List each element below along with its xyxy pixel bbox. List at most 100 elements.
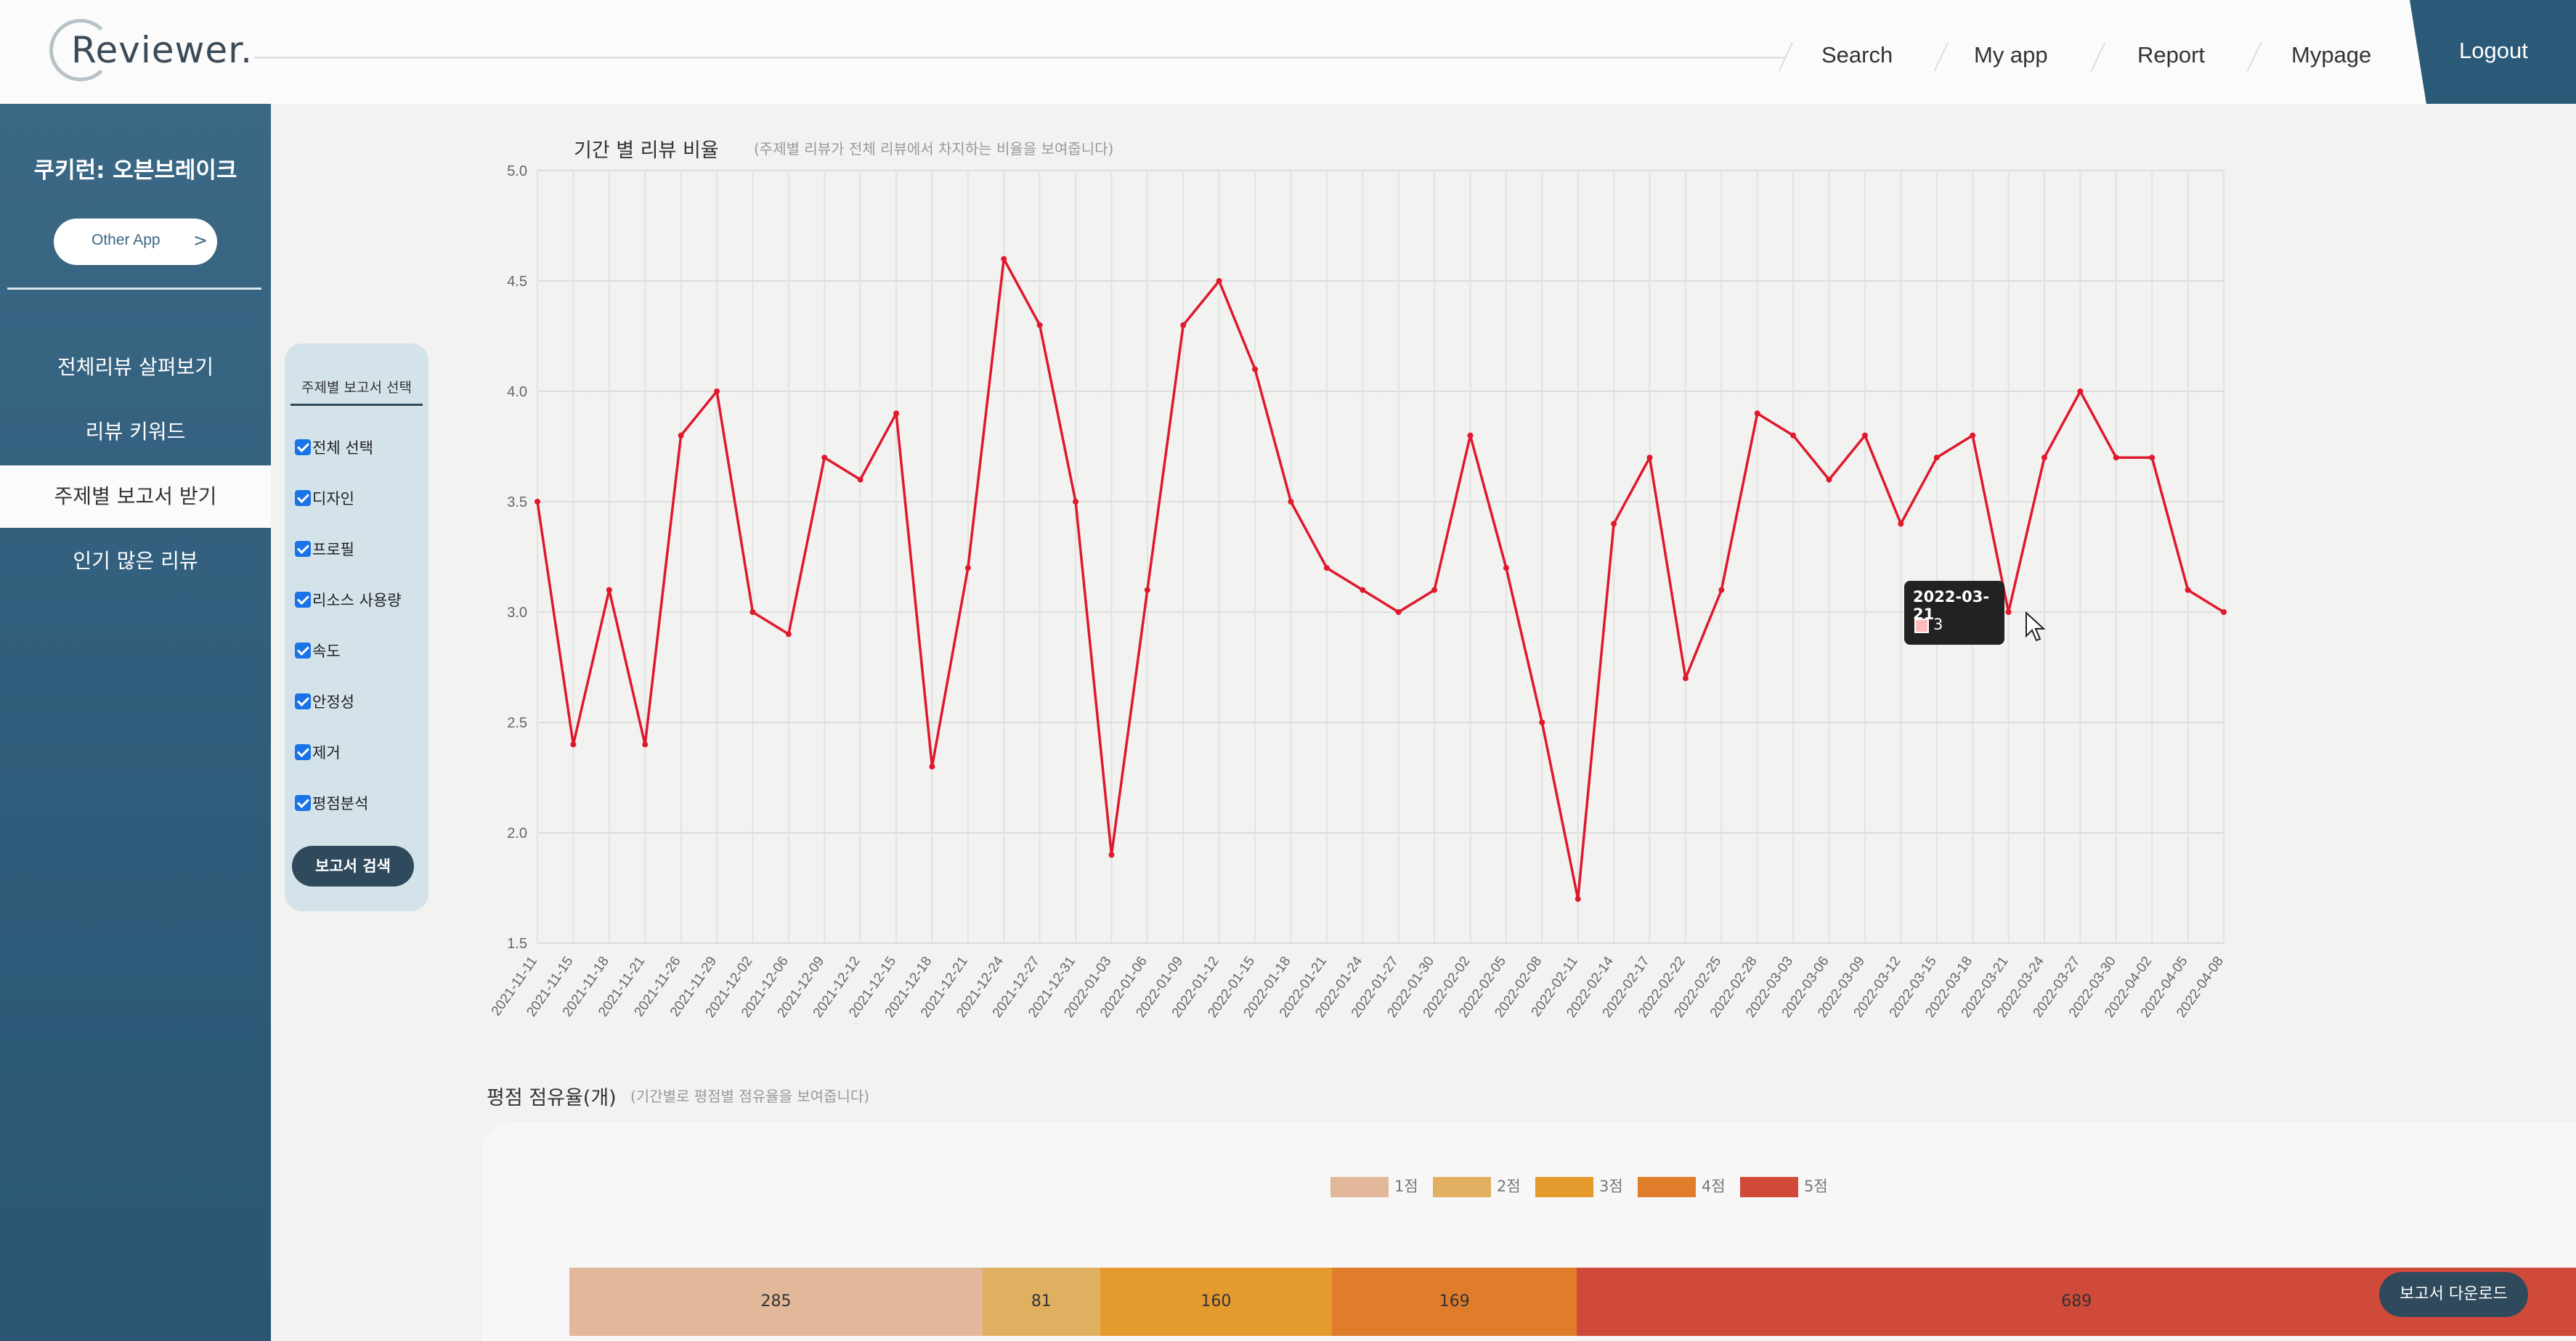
checkbox-speed[interactable]: 속도 bbox=[295, 640, 341, 661]
sidebar-item-popular-reviews[interactable]: 인기 많은 리뷰 bbox=[0, 530, 271, 592]
data-point bbox=[857, 476, 864, 483]
checkbox-label: 리소스 사용량 bbox=[312, 592, 402, 609]
y-tick-label: 2.5 bbox=[507, 715, 527, 731]
other-app-button[interactable]: Other App > bbox=[54, 219, 217, 265]
checkbox-label: 제거 bbox=[312, 744, 341, 762]
data-point bbox=[1575, 896, 1581, 902]
data-point bbox=[2005, 609, 2012, 615]
nav-mypage[interactable]: Mypage bbox=[2291, 42, 2371, 68]
legend-item[interactable]: 1점 bbox=[1330, 1175, 1418, 1197]
top-header: Reviewer. Search My app Report Mypage Lo… bbox=[0, 0, 2576, 104]
legend-item[interactable]: 5점 bbox=[1740, 1175, 1828, 1197]
data-point bbox=[2041, 455, 2047, 461]
y-tick-label: 3.0 bbox=[507, 605, 527, 621]
checkbox-checked-icon[interactable] bbox=[295, 592, 311, 608]
checkbox-rating-analysis[interactable]: 평점분석 bbox=[295, 792, 368, 814]
checkbox-checked-icon[interactable] bbox=[295, 541, 311, 557]
data-point bbox=[1826, 476, 1832, 483]
stacked-bar-segment[interactable]: 169 bbox=[1332, 1268, 1577, 1336]
data-point bbox=[1323, 565, 1330, 571]
legend-label: 2점 bbox=[1497, 1178, 1521, 1195]
data-point bbox=[1898, 521, 1904, 527]
nav-my-app[interactable]: My app bbox=[1974, 42, 2048, 68]
nav-search[interactable]: Search bbox=[1821, 42, 1893, 68]
checkbox-checked-icon[interactable] bbox=[295, 490, 311, 506]
tooltip-swatch bbox=[1914, 619, 1929, 633]
checkbox-stability[interactable]: 안정성 bbox=[295, 690, 354, 712]
mouse-cursor-icon bbox=[2026, 611, 2046, 642]
checkbox-removal[interactable]: 제거 bbox=[295, 741, 341, 763]
stacked-bar-segment[interactable]: 160 bbox=[1100, 1268, 1333, 1336]
data-point bbox=[2185, 587, 2191, 593]
tooltip-value: 3 bbox=[1933, 616, 1943, 633]
data-point bbox=[1861, 432, 1868, 439]
data-point bbox=[1467, 432, 1474, 439]
share-chart-title: 평점 점유율(개) bbox=[487, 1087, 617, 1109]
legend-swatch bbox=[1330, 1177, 1389, 1197]
data-point bbox=[1252, 366, 1259, 372]
report-download-button[interactable]: 보고서 다운로드 bbox=[2379, 1272, 2528, 1317]
topic-filter-panel: 주제별 보고서 선택 전체 선택 디자인 프로필 리소스 사용량 속도 안정성 … bbox=[285, 343, 428, 911]
data-point bbox=[1790, 432, 1797, 439]
stacked-bar-segment[interactable]: 81 bbox=[982, 1268, 1100, 1336]
panel-title: 주제별 보고서 선택 bbox=[290, 377, 423, 406]
checkbox-label: 디자인 bbox=[312, 490, 354, 508]
checkbox-checked-icon[interactable] bbox=[295, 744, 311, 760]
logout-label: Logout bbox=[2459, 38, 2528, 63]
nav-report[interactable]: Report bbox=[2137, 42, 2205, 68]
sidebar-item-all-reviews[interactable]: 전체리뷰 살펴보기 bbox=[0, 336, 271, 399]
checkbox-profile[interactable]: 프로필 bbox=[295, 538, 354, 560]
legend-swatch bbox=[1638, 1177, 1696, 1197]
data-point bbox=[570, 741, 577, 748]
legend-label: 5점 bbox=[1804, 1178, 1828, 1195]
checkbox-label: 전체 선택 bbox=[312, 439, 373, 457]
sidebar-item-review-keywords[interactable]: 리뷰 키워드 bbox=[0, 401, 271, 463]
review-ratio-line-chart: 5.04.54.03.53.02.52.01.52021-11-112021-1… bbox=[489, 163, 2227, 1020]
logout-button[interactable]: Logout bbox=[2410, 0, 2576, 104]
data-point bbox=[1646, 455, 1653, 461]
legend-item[interactable]: 2점 bbox=[1433, 1175, 1521, 1197]
y-tick-label: 1.5 bbox=[507, 936, 527, 952]
data-point bbox=[1144, 587, 1150, 593]
nav-separator bbox=[1933, 42, 1949, 71]
checkbox-design[interactable]: 디자인 bbox=[295, 487, 354, 509]
sidebar-item-topic-report[interactable]: 주제별 보고서 받기 bbox=[0, 465, 271, 528]
data-point bbox=[714, 388, 720, 394]
data-point bbox=[1933, 455, 1940, 461]
data-point bbox=[2221, 609, 2227, 615]
data-point bbox=[1611, 521, 1617, 527]
checkbox-label: 평점분석 bbox=[312, 795, 369, 812]
data-point bbox=[1108, 852, 1115, 858]
logo[interactable]: Reviewer. bbox=[71, 29, 253, 71]
legend-swatch bbox=[1535, 1177, 1593, 1197]
data-point bbox=[1216, 278, 1222, 284]
report-search-button[interactable]: 보고서 검색 bbox=[292, 846, 414, 886]
data-point bbox=[964, 565, 971, 571]
data-point bbox=[893, 410, 900, 417]
app-name: 쿠키런: 오븐브레이크 bbox=[33, 158, 237, 184]
checkbox-resource-usage[interactable]: 리소스 사용량 bbox=[295, 589, 402, 611]
checkbox-select-all[interactable]: 전체 선택 bbox=[295, 436, 373, 458]
checkbox-label: 안정성 bbox=[312, 693, 354, 711]
data-point bbox=[1682, 675, 1689, 682]
legend-item[interactable]: 4점 bbox=[1638, 1175, 1726, 1197]
stacked-bar-segment[interactable]: 285 bbox=[569, 1268, 983, 1336]
data-point bbox=[1073, 499, 1079, 505]
legend-swatch bbox=[1740, 1177, 1798, 1197]
checkbox-label: 속도 bbox=[312, 643, 341, 660]
checkbox-checked-icon[interactable] bbox=[295, 795, 311, 811]
data-point bbox=[1754, 410, 1760, 417]
checkbox-checked-icon[interactable] bbox=[295, 693, 311, 709]
checkbox-checked-icon[interactable] bbox=[295, 643, 311, 659]
data-point bbox=[929, 763, 935, 770]
sidebar-divider bbox=[7, 288, 261, 290]
header-divider bbox=[254, 57, 1787, 59]
data-point bbox=[642, 741, 649, 748]
y-tick-label: 5.0 bbox=[507, 163, 527, 179]
legend-item[interactable]: 3점 bbox=[1535, 1175, 1623, 1197]
data-point bbox=[2113, 455, 2119, 461]
nav-separator bbox=[2090, 42, 2106, 71]
data-point bbox=[1503, 565, 1509, 571]
share-chart-subtitle: (기간별로 평점별 점유율을 보여줍니다) bbox=[630, 1088, 870, 1105]
checkbox-checked-icon[interactable] bbox=[295, 439, 311, 455]
